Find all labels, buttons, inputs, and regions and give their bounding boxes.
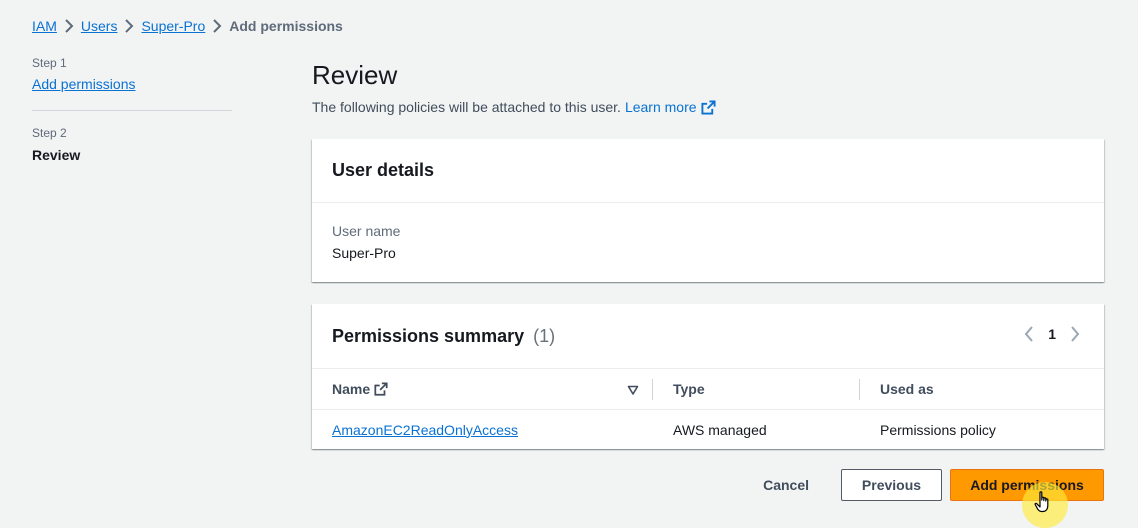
column-header-used-as: Used as [860,368,1104,410]
learn-more-link[interactable]: Learn more [625,99,716,115]
form-actions: Cancel Previous Add permissions [743,469,1104,501]
user-details-title: User details [332,160,435,180]
step-2-current: Review [32,147,81,163]
page-description: The following policies will be attached … [312,99,1104,115]
breadcrumb-user[interactable]: Super-Pro [141,18,205,34]
previous-button[interactable]: Previous [841,469,942,501]
permissions-table: Name Type Used as AmazonEC2ReadOnlyAcces… [312,368,1104,450]
column-used-as-label: Used as [880,381,934,397]
cell-type: AWS managed [673,421,767,438]
step-1-label: Step 1 [32,56,67,70]
step-1-link[interactable]: Add permissions [32,76,136,92]
permissions-summary-title: Permissions summary (1) [332,326,555,347]
column-type-label: Type [673,381,705,397]
user-name-label: User name [332,223,401,239]
external-link-icon [701,99,716,115]
sort-down-icon[interactable] [627,383,639,399]
table-row: AmazonEC2ReadOnlyAccess AWS managed Perm… [312,410,1104,450]
chevron-left-icon[interactable] [1024,326,1034,342]
current-page[interactable]: 1 [1048,326,1056,342]
policy-link[interactable]: AmazonEC2ReadOnlyAccess [332,422,518,438]
breadcrumb: IAM Users Super-Pro Add permissions [32,16,343,36]
user-details-card: User details User name Super-Pro [312,139,1104,282]
permissions-summary-header: Permissions summary (1) [312,304,1104,368]
chevron-right-icon [205,19,229,33]
add-permissions-button[interactable]: Add permissions [950,469,1104,501]
chevron-right-icon [57,19,81,33]
step-2-label: Step 2 [32,126,67,140]
user-details-header: User details [312,139,1104,203]
column-header-name[interactable]: Name [312,368,653,410]
chevron-right-icon[interactable] [1070,326,1080,342]
breadcrumb-users[interactable]: Users [81,18,118,34]
table-header-row: Name Type Used as [312,368,1104,410]
user-name-value: Super-Pro [332,245,396,261]
step-divider [32,110,232,111]
cell-used-as: Permissions policy [880,421,996,438]
page-title: Review [312,60,398,90]
main-content: Review The following policies will be at… [312,56,1104,449]
wizard-steps: Step 1 Add permissions Step 2 Review [32,56,232,163]
description-text: The following policies will be attached … [312,99,621,115]
breadcrumb-iam[interactable]: IAM [32,18,57,34]
learn-more-label: Learn more [624,99,697,115]
column-header-type: Type [653,368,860,410]
permissions-title-text: Permissions summary [332,325,525,346]
permissions-summary-card: Permissions summary (1) 1 Name Type Used… [312,304,1104,449]
chevron-right-icon [117,19,141,33]
external-link-icon [374,382,388,396]
column-name-label: Name [332,381,371,397]
cell-name: AmazonEC2ReadOnlyAccess [312,410,653,450]
permissions-count: (1) [533,325,556,346]
cancel-button[interactable]: Cancel [743,469,829,501]
pagination: 1 [1024,326,1080,342]
breadcrumb-current: Add permissions [229,18,343,34]
